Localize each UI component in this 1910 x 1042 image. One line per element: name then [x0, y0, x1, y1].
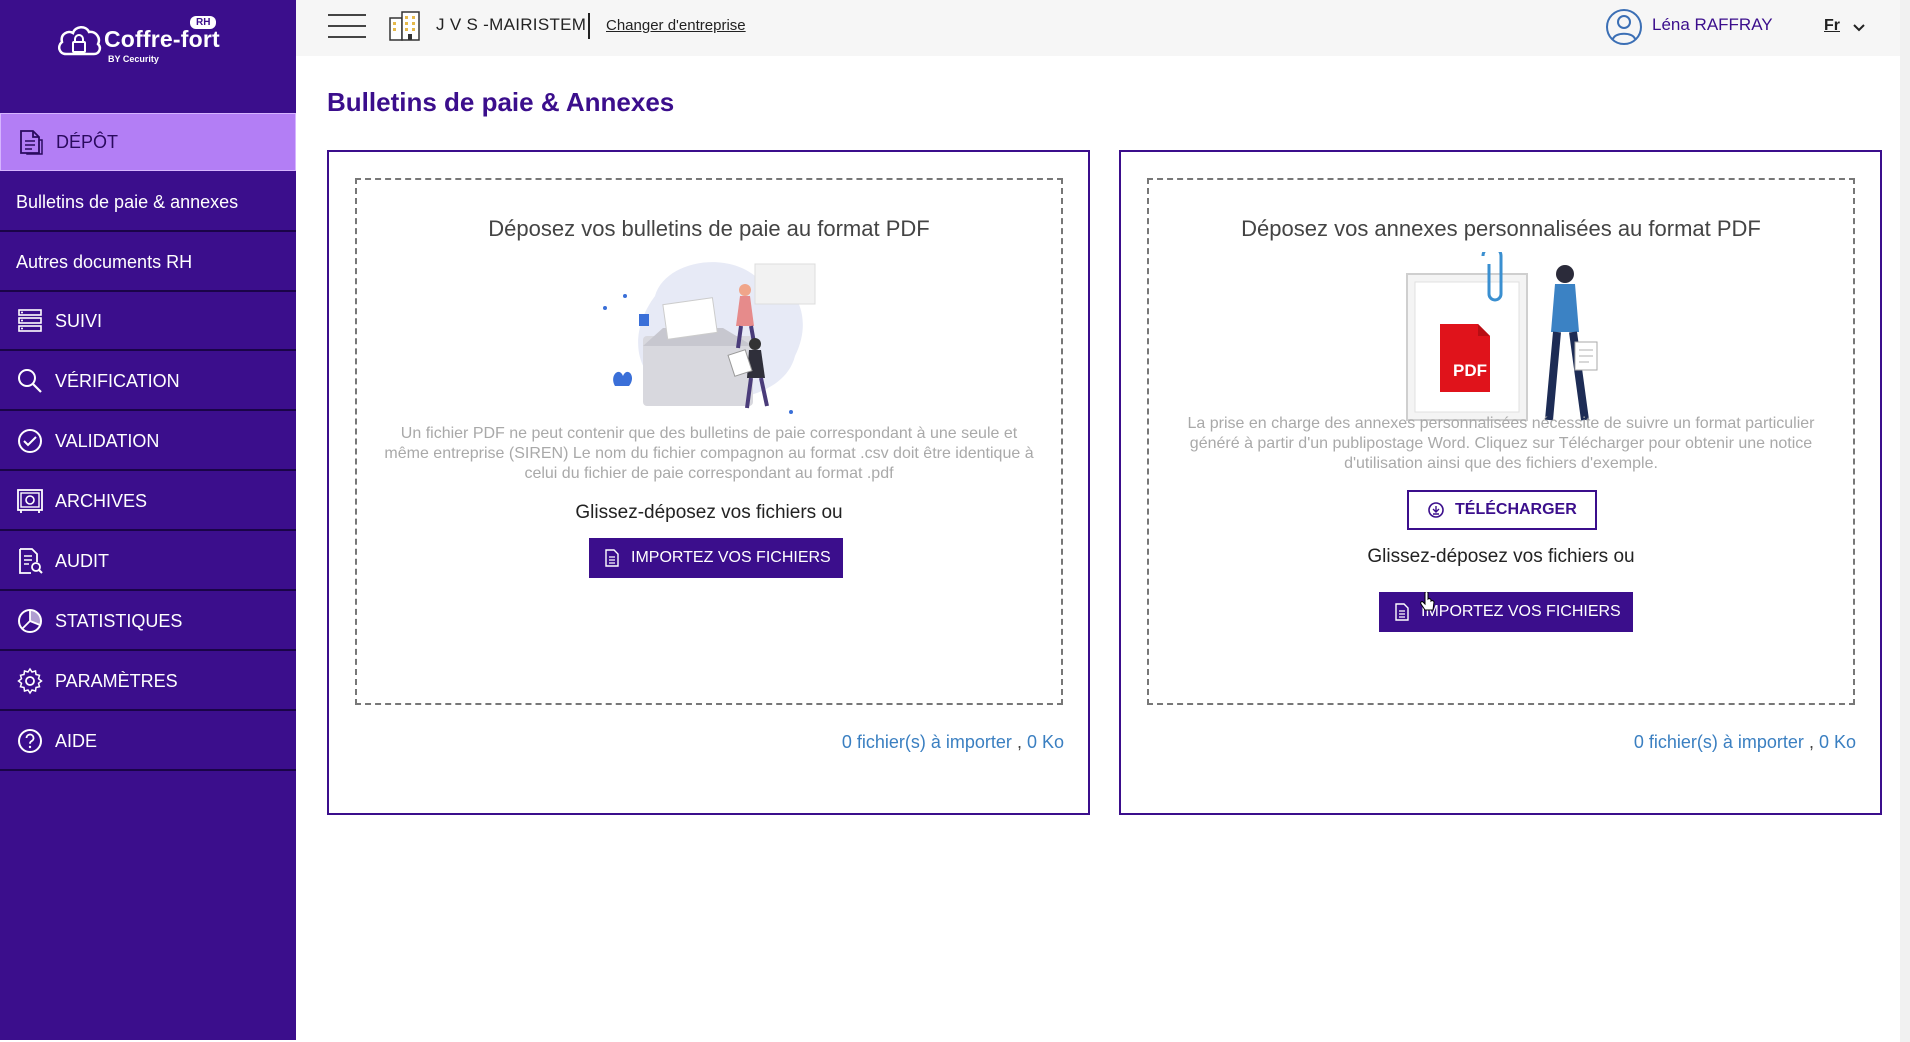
sidebar-item-validation[interactable]: VALIDATION: [0, 413, 296, 471]
logo-badge: RH: [190, 16, 217, 29]
cloud-lock-icon: [57, 26, 102, 56]
help-circle-icon: [15, 726, 45, 756]
check-circle-icon: [15, 426, 45, 456]
annexes-count-files: 0 fichier(s) à importer: [1633, 732, 1804, 752]
language-selector[interactable]: Fr: [1824, 17, 1840, 35]
sidebar-item-audit[interactable]: AUDIT: [0, 533, 296, 591]
sidebar-item-depot[interactable]: DÉPÔT: [0, 113, 296, 171]
payslip-upload-card: Déposez vos bulletins de paie au format …: [327, 150, 1090, 815]
vertical-scrollbar[interactable]: [1900, 0, 1910, 1042]
logo-text: Coffre-fort: [104, 26, 220, 52]
building-icon: [388, 10, 422, 47]
annexes-upload-card: Déposez vos annexes personnalisées au fo…: [1119, 150, 1882, 815]
page-title: Bulletins de paie & Annexes: [327, 87, 675, 117]
sidebar-item-archives[interactable]: ARCHIVES: [0, 473, 296, 531]
sidebar-item-parametres[interactable]: PARAMÈTRES: [0, 653, 296, 711]
file-icon: [1395, 603, 1409, 621]
payslip-count-size: 0 Ko: [1026, 732, 1064, 752]
annexes-count-sep: ,: [1808, 732, 1814, 752]
sidebar-item-autres-documents[interactable]: Autres documents RH: [0, 234, 296, 292]
annexes-import-button[interactable]: IMPORTEZ VOS FICHIERS: [1379, 592, 1633, 632]
download-label: TÉLÉCHARGER: [1455, 501, 1577, 518]
pdf-woman-illustration: PDF: [1399, 245, 1629, 424]
sidebar-item-statistiques[interactable]: STATISTIQUES: [0, 593, 296, 651]
sidebar-item-label: DÉPÔT: [56, 131, 119, 152]
payslip-drag-text: Glissez-déposez vos fichiers ou: [575, 502, 843, 523]
app-logo[interactable]: Coffre-fort RH BY Cecurity: [56, 16, 236, 66]
folder-people-illustration: [595, 256, 827, 420]
payslip-import-label: IMPORTEZ VOS FICHIERS: [631, 549, 831, 566]
sidebar-item-label: VALIDATION: [55, 430, 160, 451]
sidebar-item-suivi[interactable]: SUIVI: [0, 293, 296, 351]
change-company-link[interactable]: Changer d'entreprise: [606, 17, 746, 34]
list-icon: [15, 306, 45, 336]
sidebar-item-label: Bulletins de paie & annexes: [16, 191, 239, 212]
download-button[interactable]: TÉLÉCHARGER: [1407, 490, 1597, 530]
sidebar-item-label: PARAMÈTRES: [55, 670, 178, 691]
sidebar-item-bulletins[interactable]: Bulletins de paie & annexes: [0, 174, 296, 232]
sidebar-item-label: AUDIT: [55, 550, 109, 571]
payslip-import-button[interactable]: IMPORTEZ VOS FICHIERS: [589, 538, 843, 578]
gear-icon: [15, 666, 45, 696]
annexes-drag-text: Glissez-déposez vos fichiers ou: [1367, 546, 1635, 567]
audit-document-icon: [15, 546, 45, 576]
download-icon: [1427, 501, 1445, 519]
payslip-count-sep: ,: [1016, 732, 1022, 752]
payslip-dropzone[interactable]: Déposez vos bulletins de paie au format …: [355, 178, 1063, 705]
chevron-down-icon[interactable]: [1852, 20, 1866, 38]
logo-sub: BY Cecurity: [108, 54, 159, 64]
vault-icon: [15, 486, 45, 516]
payslip-file-count: 0 fichier(s) à importer , 0 Ko: [842, 732, 1064, 753]
sidebar-item-verification[interactable]: VÉRIFICATION: [0, 353, 296, 411]
annexes-dropzone-title: Déposez vos annexes personnalisées au fo…: [1241, 216, 1761, 241]
payslip-dropzone-description: Un fichier PDF ne peut contenir que des …: [384, 425, 1034, 482]
annexes-dropzone[interactable]: Déposez vos annexes personnalisées au fo…: [1147, 178, 1855, 705]
sidebar-item-label: SUIVI: [55, 310, 103, 331]
payslip-dropzone-title: Déposez vos bulletins de paie au format …: [488, 216, 930, 241]
sidebar-item-label: Autres documents RH: [16, 251, 193, 272]
search-icon: [15, 366, 45, 396]
sidebar-item-label: ARCHIVES: [55, 490, 148, 511]
user-name[interactable]: Léna RAFFRAY: [1652, 15, 1773, 35]
annexes-count-size: 0 Ko: [1818, 732, 1856, 752]
sidebar-item-aide[interactable]: AIDE: [0, 713, 296, 771]
sidebar-item-label: STATISTIQUES: [55, 610, 183, 631]
sidebar: Coffre-fort RH BY Cecurity DÉPÔT Bulleti…: [0, 0, 296, 1040]
annexes-dropzone-description: La prise en charge des annexes personnal…: [1187, 415, 1815, 472]
menu-toggle-icon[interactable]: [328, 14, 366, 40]
sidebar-item-label: VÉRIFICATION: [55, 370, 180, 391]
top-bar: J V S -MAIRISTEM Changer d'entreprise Lé…: [296, 0, 1910, 56]
payslip-count-files: 0 fichier(s) à importer: [841, 732, 1012, 752]
annexes-file-count: 0 fichier(s) à importer , 0 Ko: [1634, 732, 1856, 753]
sidebar-item-label: AIDE: [55, 730, 98, 751]
file-icon: [605, 549, 619, 567]
mouse-cursor-icon: [1420, 591, 1436, 617]
document-stack-icon: [16, 127, 46, 157]
annexes-import-label: IMPORTEZ VOS FICHIERS: [1421, 603, 1621, 620]
company-name: J V S -MAIRISTEM: [436, 15, 587, 34]
pie-chart-icon: [15, 606, 45, 636]
user-avatar-icon[interactable]: [1604, 7, 1644, 52]
divider: [588, 13, 590, 39]
